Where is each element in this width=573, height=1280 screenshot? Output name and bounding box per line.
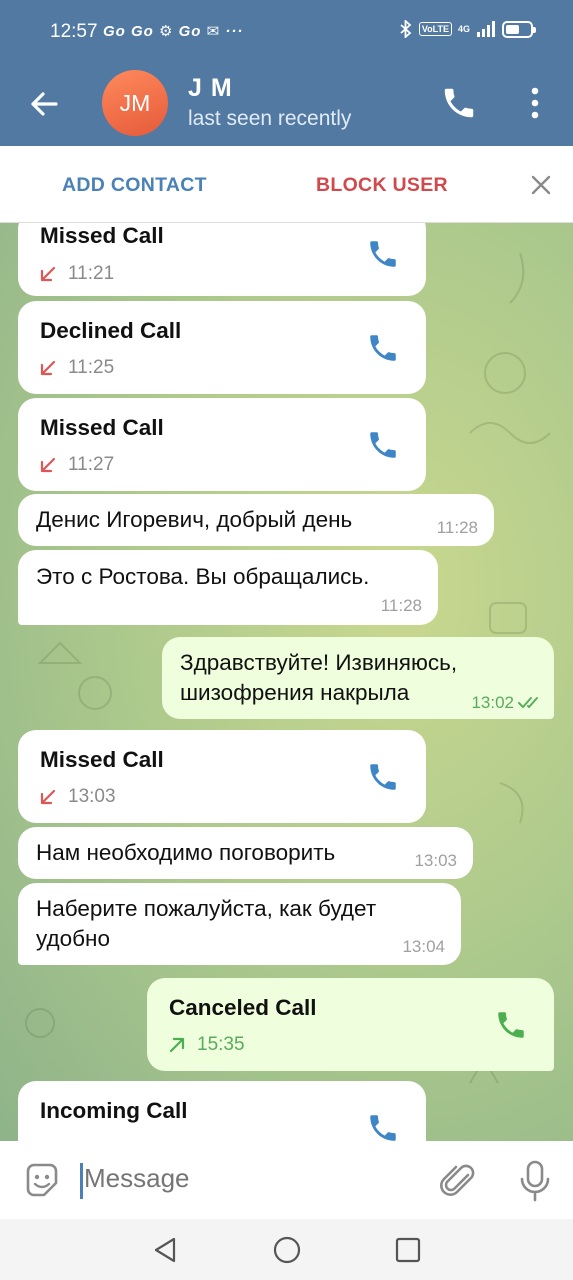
phone-icon[interactable] — [366, 760, 400, 794]
message-time: 13:04 — [402, 937, 445, 956]
text-bubble[interactable]: Денис Игоревич, добрый день 11:28 — [18, 494, 494, 546]
message-time: 13:03 — [414, 851, 457, 870]
call-time: 11:21 — [68, 263, 115, 284]
call-time: 11:27 — [68, 454, 115, 475]
nav-recents-icon[interactable] — [393, 1235, 423, 1265]
call-meta: 11:27 — [40, 454, 114, 476]
phone-icon[interactable] — [366, 237, 400, 271]
signal-icon — [477, 21, 495, 37]
chat-header: JM J M last seen recently — [0, 64, 573, 146]
system-nav-bar — [0, 1219, 573, 1280]
call-time: 13:03 — [68, 786, 116, 807]
call-meta: 11:21 — [40, 263, 114, 285]
notification-icons: Go Go ⚙ Go ✉ ··· — [103, 23, 244, 40]
battery-icon — [502, 20, 536, 38]
phone-icon[interactable] — [366, 331, 400, 365]
call-title: Canceled Call — [169, 995, 317, 1020]
network-type: 4G — [457, 23, 470, 34]
text-cursor — [80, 1163, 83, 1199]
status-bar: 12:57 Go Go ⚙ Go ✉ ··· VoLTE 4G — [0, 0, 573, 64]
close-icon[interactable] — [528, 172, 554, 198]
call-meta: 15:35 — [169, 1034, 245, 1056]
text-bubble[interactable]: Наберите пожалуйста, как будет удобно 13… — [18, 883, 461, 965]
call-bubble[interactable]: Missed Call 11:21 — [18, 223, 426, 296]
call-bubble[interactable]: Declined Call 11:25 — [18, 301, 426, 394]
call-bubble[interactable]: Missed Call 13:03 — [18, 730, 426, 823]
call-meta: 11:25 — [40, 357, 114, 379]
message-time: 13:02 — [471, 693, 514, 712]
message-input-bar — [0, 1141, 573, 1219]
missed-call-arrow-icon — [40, 360, 56, 376]
sticker-emoji-icon[interactable] — [22, 1161, 62, 1201]
message-text: Наберите пожалуйста, как будет удобно — [36, 896, 377, 951]
outgoing-call-bubble[interactable]: Canceled Call 15:35 — [147, 978, 554, 1071]
status-time: 12:57 — [50, 21, 98, 42]
text-bubble[interactable]: Это с Ростова. Вы обращались. 11:28 — [18, 550, 438, 625]
message-time: 11:28 — [380, 596, 422, 615]
phone-icon[interactable] — [366, 428, 400, 462]
phone-icon[interactable] — [494, 1008, 528, 1042]
message-time: 11:28 — [436, 518, 478, 537]
call-time: 15:35 — [197, 1034, 245, 1055]
missed-call-arrow-icon — [40, 266, 56, 282]
call-title: Missed Call — [40, 415, 164, 440]
message-text: Здравствуйте! Извиняюсь, шизофрения накр… — [180, 650, 458, 705]
block-user-button[interactable]: BLOCK USER — [316, 174, 448, 197]
system-icons: VoLTE 4G — [399, 20, 536, 38]
call-title: Missed Call — [40, 223, 164, 248]
attach-paperclip-icon[interactable] — [440, 1161, 478, 1201]
contact-action-bar: ADD CONTACT BLOCK USER — [0, 146, 573, 223]
contact-status: last seen recently — [188, 107, 352, 130]
message-input[interactable] — [84, 1163, 414, 1194]
back-arrow-icon[interactable] — [26, 86, 62, 122]
missed-call-arrow-icon — [40, 457, 56, 473]
read-checkmarks-icon — [518, 697, 538, 708]
text-bubble[interactable]: Нам необходимо поговорить 13:03 — [18, 827, 473, 879]
nav-back-icon[interactable] — [150, 1235, 180, 1265]
contact-avatar[interactable]: JM — [102, 70, 168, 136]
outgoing-text-bubble[interactable]: Здравствуйте! Извиняюсь, шизофрения накр… — [162, 637, 554, 719]
call-bubble[interactable]: Incoming Call — [18, 1081, 426, 1141]
call-title: Missed Call — [40, 747, 164, 772]
add-contact-button[interactable]: ADD CONTACT — [62, 174, 207, 197]
outgoing-call-arrow-icon — [169, 1037, 185, 1053]
call-time: 11:25 — [68, 357, 115, 378]
microphone-icon[interactable] — [516, 1159, 554, 1203]
call-title: Declined Call — [40, 318, 182, 343]
phone-icon[interactable] — [366, 1111, 400, 1141]
message-text: Нам необходимо поговорить — [36, 840, 336, 865]
message-text: Это с Ростова. Вы обращались. — [36, 564, 370, 589]
message-text: Денис Игоревич, добрый день — [36, 507, 353, 532]
chat-messages[interactable]: Missed Call 11:21 Declined Call 11:25 Mi… — [0, 223, 573, 1141]
phone-call-icon[interactable] — [440, 84, 478, 122]
missed-call-arrow-icon — [40, 789, 56, 805]
contact-name[interactable]: J M — [188, 74, 233, 103]
volte-badge: VoLTE — [418, 22, 452, 36]
nav-home-icon[interactable] — [272, 1235, 302, 1265]
call-meta: 13:03 — [40, 786, 116, 808]
call-title: Incoming Call — [40, 1098, 188, 1123]
more-menu-icon[interactable] — [522, 84, 548, 122]
bluetooth-icon — [400, 20, 412, 38]
call-bubble[interactable]: Missed Call 11:27 — [18, 398, 426, 491]
